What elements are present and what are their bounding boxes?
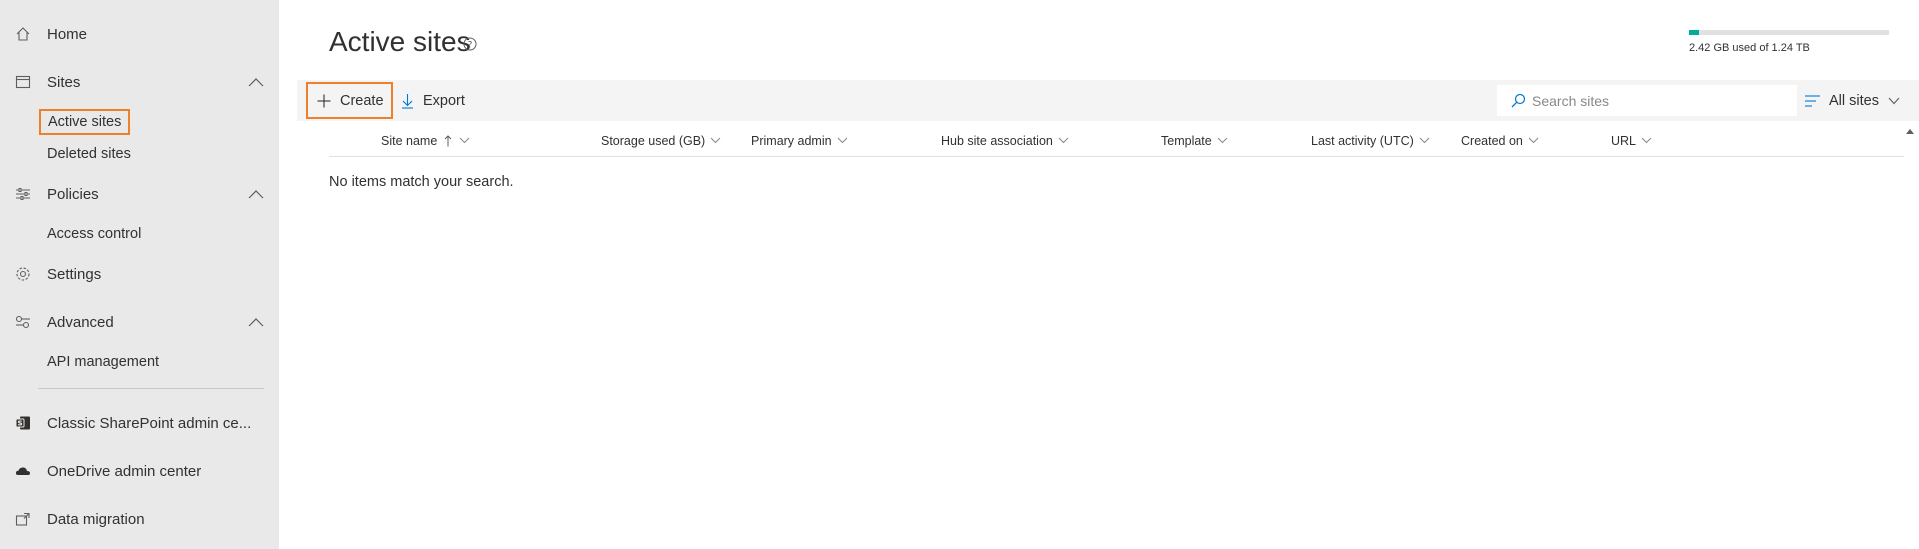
storage-meter-fill (1689, 30, 1699, 35)
home-icon (14, 25, 32, 43)
nav-classic-sharepoint[interactable]: S Classic SharePoint admin ce... (0, 403, 279, 443)
chevron-down-icon (459, 137, 470, 144)
column-storage-used[interactable]: Storage used (GB) (601, 124, 721, 157)
view-selector-label: All sites (1829, 92, 1879, 109)
nav-settings-label: Settings (47, 265, 102, 283)
scroll-up-arrow[interactable] (1905, 122, 1915, 134)
migration-icon (14, 510, 32, 528)
storage-meter (1689, 30, 1889, 35)
empty-state-message: No items match your search. (329, 174, 514, 190)
svg-text:?: ? (468, 41, 473, 51)
nav-advanced-label: Advanced (47, 313, 114, 331)
column-label: Last activity (UTC) (1311, 133, 1414, 148)
column-label: URL (1611, 133, 1637, 148)
nav-data-migration[interactable]: Data migration (0, 499, 279, 539)
gear-icon (14, 265, 32, 283)
create-button[interactable]: Create (306, 82, 393, 119)
chevron-down-icon (1641, 137, 1652, 144)
sort-ascending-icon (444, 134, 452, 146)
chevron-up-icon[interactable] (248, 314, 264, 330)
nav-data-migration-label: Data migration (47, 510, 145, 528)
column-template[interactable]: Template (1161, 124, 1228, 157)
nav-onedrive-label: OneDrive admin center (47, 462, 202, 480)
storage-text: 2.42 GB used of 1.24 TB (1689, 42, 1810, 54)
export-button-label: Export (423, 92, 465, 109)
nav-access-control[interactable]: Access control (47, 226, 141, 242)
chevron-up-icon[interactable] (248, 186, 264, 202)
chevron-down-icon (1058, 137, 1069, 144)
advanced-icon (14, 313, 32, 331)
column-label: Template (1161, 133, 1212, 148)
page-title: Active sites (329, 26, 471, 57)
nav-onedrive[interactable]: OneDrive admin center (0, 451, 279, 491)
nav-sites-label: Sites (47, 73, 81, 91)
column-site-name[interactable]: Site name (381, 124, 470, 157)
view-selector[interactable]: All sites (1805, 80, 1900, 121)
column-label: Primary admin (751, 133, 832, 148)
policies-icon (14, 185, 32, 203)
sharepoint-icon: S (14, 414, 32, 432)
column-label: Hub site association (941, 133, 1053, 148)
table-header: Site name Storage used (GB) Primary admi… (329, 124, 1904, 157)
chevron-down-icon (710, 137, 721, 144)
export-button[interactable]: Export (401, 80, 465, 121)
view-lines-icon (1805, 94, 1820, 107)
create-button-label: Create (340, 92, 384, 109)
search-input[interactable] (1532, 86, 1782, 115)
column-label: Created on (1461, 133, 1523, 148)
nav-sites[interactable]: Sites (0, 62, 279, 102)
column-created-on[interactable]: Created on (1461, 124, 1539, 157)
plus-icon (317, 94, 331, 107)
nav-advanced[interactable]: Advanced (0, 302, 279, 342)
svg-text:S: S (17, 420, 22, 428)
sites-icon (14, 73, 32, 91)
chevron-down-icon (1888, 97, 1900, 104)
column-url[interactable]: URL (1611, 124, 1652, 157)
command-bar: Create Export All sites (297, 80, 1919, 121)
onedrive-icon (14, 462, 32, 480)
chevron-up-icon[interactable] (248, 74, 264, 90)
search-icon (1511, 93, 1526, 108)
column-primary-admin[interactable]: Primary admin (751, 124, 848, 157)
chevron-down-icon (837, 137, 847, 144)
search-box[interactable] (1497, 85, 1797, 116)
column-hub-site-association[interactable]: Hub site association (941, 124, 1069, 157)
nav-api-management[interactable]: API management (47, 354, 159, 370)
nav-deleted-sites[interactable]: Deleted sites (47, 146, 131, 162)
chevron-down-icon (1217, 137, 1228, 144)
sidebar: Home Sites Active sites Deleted sites Po… (0, 0, 279, 549)
nav-policies-label: Policies (47, 185, 99, 203)
sidebar-divider (38, 388, 264, 389)
column-label: Site name (381, 133, 438, 148)
nav-home[interactable]: Home (0, 14, 279, 54)
column-last-activity[interactable]: Last activity (UTC) (1311, 124, 1430, 157)
column-label: Storage used (GB) (601, 133, 706, 148)
nav-active-sites[interactable]: Active sites (39, 109, 131, 135)
nav-settings[interactable]: Settings (0, 254, 279, 294)
nav-policies[interactable]: Policies (0, 174, 279, 214)
nav-classic-label: Classic SharePoint admin ce... (47, 414, 252, 432)
download-icon (402, 93, 413, 109)
help-icon[interactable]: ? (463, 37, 478, 52)
chevron-down-icon (1419, 137, 1430, 144)
chevron-down-icon (1528, 137, 1539, 144)
nav-home-label: Home (47, 25, 88, 43)
